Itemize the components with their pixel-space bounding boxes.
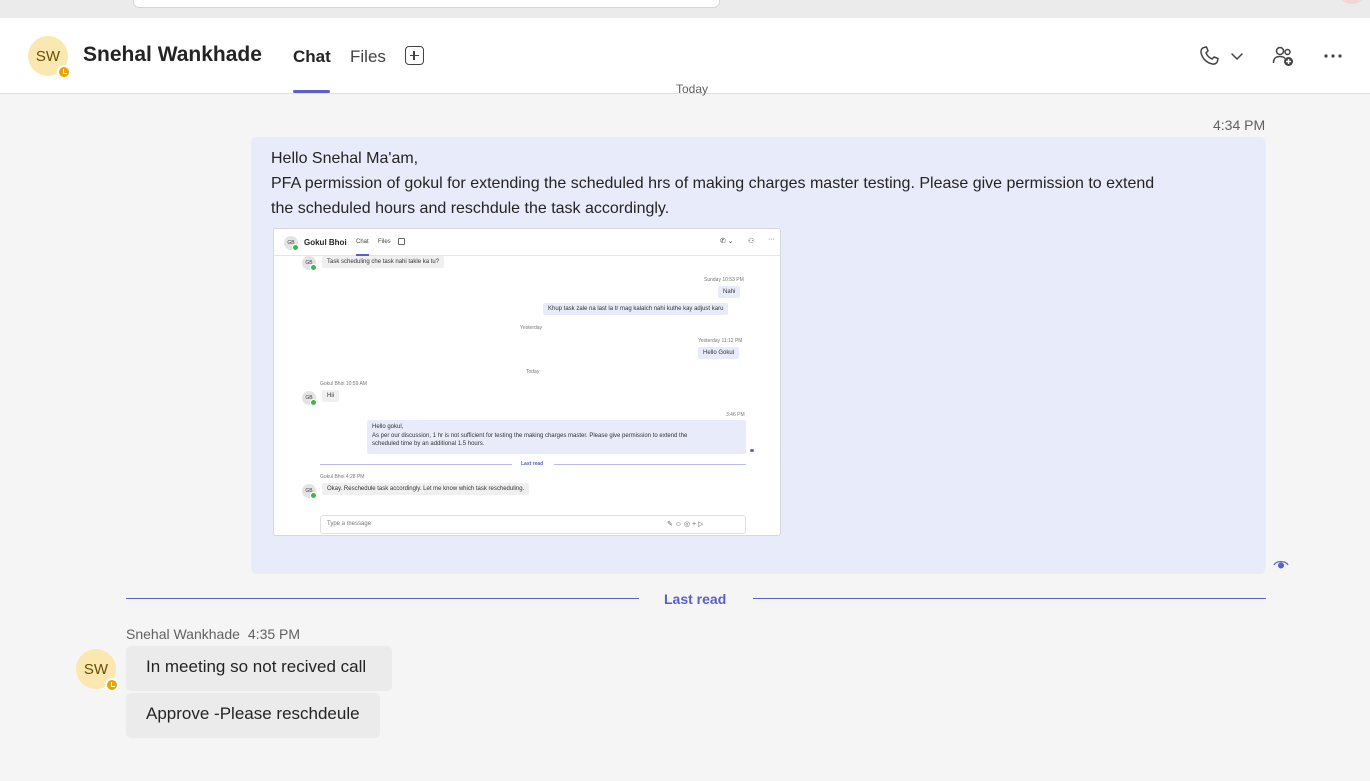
mini-last-read-label: Last read (521, 461, 544, 467)
mini-contact-name: Gokul Bhoi (304, 238, 347, 247)
more-options-icon[interactable] (1321, 44, 1345, 68)
sent-message-bubble[interactable]: Hello Snehal Ma'am, PFA permission of go… (251, 137, 1266, 574)
profile-avatar[interactable] (1340, 0, 1364, 4)
reply-timestamp: 4:35 PM (247, 626, 301, 642)
mini-last-read-line (554, 464, 746, 465)
add-people-icon[interactable] (1271, 44, 1295, 68)
mini-timestamp: Yesterday 11:12 PM (698, 338, 743, 344)
tab-files[interactable]: Files (350, 47, 386, 67)
mini-message: Okay. Reschedule task accordingly. Let m… (322, 483, 530, 495)
mini-message: Hello Gokul (698, 347, 740, 359)
away-status-icon (57, 65, 71, 79)
active-tab-indicator (293, 90, 330, 93)
mini-add-tab-icon (398, 238, 405, 245)
last-read-divider (126, 598, 639, 599)
mini-message: Hii (322, 390, 339, 402)
message-text-line: Hello Snehal Ma'am, (271, 150, 419, 167)
date-separator: Today (676, 82, 709, 96)
mini-header: GB Gokul Bhoi Chat Files ✆ ⌄ ⚇ ··· (274, 229, 780, 256)
away-status-icon (105, 678, 119, 692)
add-tab-icon[interactable] (405, 46, 424, 65)
tab-chat[interactable]: Chat (293, 47, 331, 67)
received-message-bubble[interactable]: Approve -Please reschdeule (126, 693, 380, 738)
reply-avatar[interactable]: SW (76, 649, 119, 692)
phone-icon[interactable] (1197, 44, 1221, 68)
mini-phone-icon: ✆ ⌄ (720, 238, 734, 245)
mini-avatar: GB (302, 256, 317, 271)
attached-screenshot-image[interactable]: GB Gokul Bhoi Chat Files ✆ ⌄ ⚇ ··· GB Ta… (273, 228, 781, 536)
top-bar (0, 0, 1370, 18)
mini-compose-box: Type a message ✎ ☺ ◎ + ▷ (320, 515, 746, 534)
mini-more-icon: ··· (768, 236, 775, 243)
mini-compose-placeholder: Type a message (327, 521, 372, 527)
seen-eye-icon (1273, 560, 1289, 569)
search-box[interactable] (133, 0, 720, 8)
mini-timestamp: 3:46 PM (726, 412, 745, 418)
mini-long-message: Hello gokul, As per our discussion, 1 hr… (367, 420, 746, 454)
message-text-line: PFA permission of gokul for extending th… (271, 175, 1155, 192)
mini-avatar: GB (302, 484, 317, 499)
mini-date-separator: Today (526, 369, 540, 375)
contact-avatar[interactable]: SW (28, 36, 71, 79)
mini-tab-files: Files (378, 239, 391, 245)
avatar-initials: SW (35, 47, 61, 65)
mini-people-icon: ⚇ (748, 238, 755, 245)
reply-sender-meta: Snehal Wankhade 4:35 PM (126, 626, 300, 642)
mini-sender-meta: Gokul Bhoi 4:28 PM (320, 474, 365, 480)
reply-sender-name: Snehal Wankhade (126, 626, 240, 642)
mini-avatar: GB (284, 236, 299, 251)
last-read-divider (753, 598, 1266, 599)
last-read-label: Last read (664, 591, 727, 607)
mini-last-read-line (320, 464, 512, 465)
message-timestamp: 4:34 PM (1213, 117, 1266, 133)
mini-message: Task scheduling che task nahi takle ka t… (322, 256, 445, 268)
mini-message: Nahi (718, 286, 741, 298)
chevron-down-icon[interactable] (1227, 44, 1247, 68)
mini-seen-icon (750, 449, 754, 452)
avatar-initials: SW (83, 660, 109, 678)
mini-sender-meta: Gokul Bhoi 10:59 AM (320, 381, 367, 387)
mini-compose-icons: ✎ ☺ ◎ + ▷ (667, 521, 704, 528)
message-text-line: the scheduled hours and reschdule the ta… (271, 200, 670, 217)
contact-name[interactable]: Snehal Wankhade (83, 43, 262, 67)
mini-timestamp: Sunday 10:53 PM (704, 277, 744, 283)
received-message-bubble[interactable]: In meeting so not recived call (126, 646, 392, 691)
mini-message: Khup task zale na last la tr mag kalalch… (543, 303, 729, 315)
mini-tab-chat: Chat (356, 239, 369, 245)
mini-date-separator: Yesterday (520, 325, 543, 331)
mini-avatar: GB (302, 391, 317, 406)
